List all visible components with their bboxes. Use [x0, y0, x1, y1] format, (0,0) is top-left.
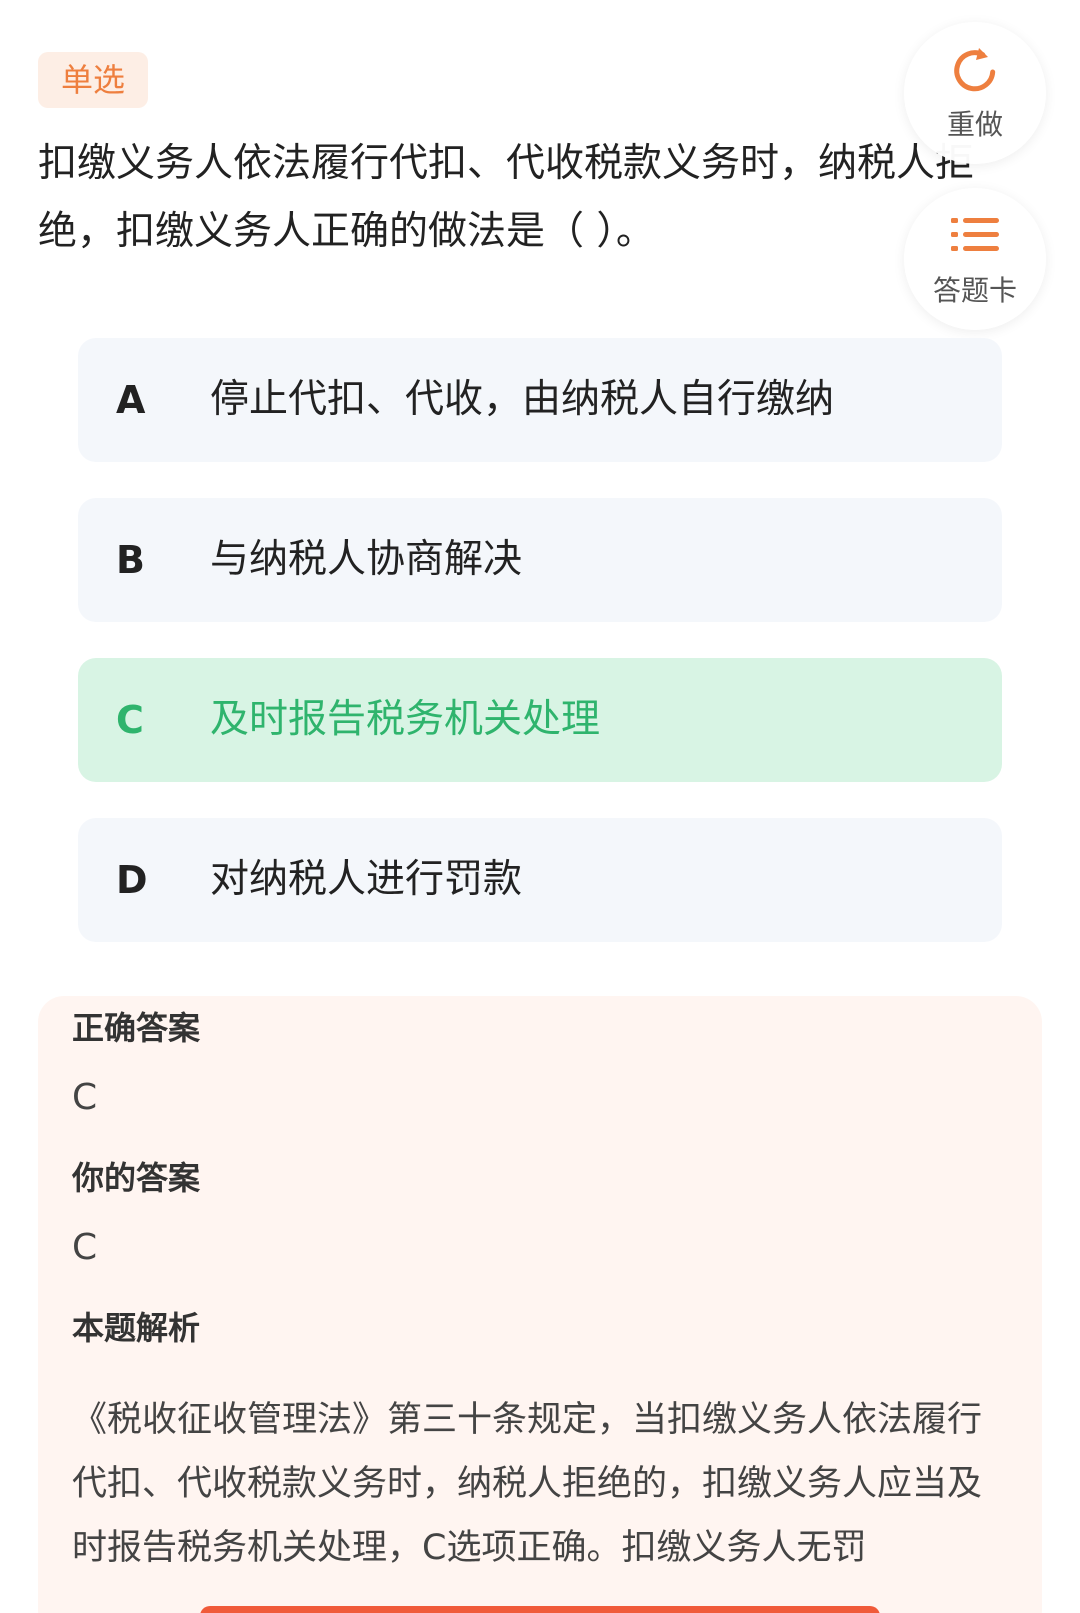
correct-answer-value: C — [72, 1077, 98, 1118]
option-b[interactable]: B 与纳税人协商解决 — [78, 498, 1002, 622]
redo-button[interactable]: 重做 — [904, 22, 1046, 164]
your-answer-heading: 你的答案 — [72, 1159, 201, 1197]
option-letter: D — [116, 858, 148, 902]
answer-card-button[interactable]: 答题卡 — [904, 188, 1046, 330]
your-answer-value: C — [72, 1227, 98, 1268]
explanation-heading: 本题解析 — [72, 1309, 201, 1347]
question-text: 扣缴义务人依法履行代扣、代收税款义务时，纳税人拒绝，扣缴义务人正确的做法是（ ）… — [38, 141, 975, 254]
option-text: 对纳税人进行罚款 — [210, 857, 523, 902]
option-text: 停止代扣、代收，由纳税人自行缴纳 — [210, 377, 835, 422]
option-text: 与纳税人协商解决 — [210, 537, 523, 582]
option-c-correct[interactable]: C 及时报告税务机关处理 — [78, 658, 1002, 782]
list-icon — [951, 218, 999, 251]
option-letter: A — [116, 378, 146, 422]
redo-icon — [954, 48, 996, 92]
question-type-badge: 单选 — [38, 52, 148, 108]
option-text: 及时报告税务机关处理 — [210, 697, 601, 742]
option-d[interactable]: D 对纳税人进行罚款 — [78, 818, 1002, 942]
bottom-action-bar[interactable] — [200, 1606, 880, 1613]
option-a[interactable]: A 停止代扣、代收，由纳税人自行缴纳 — [78, 338, 1002, 462]
options-list: A 停止代扣、代收，由纳税人自行缴纳 B 与纳税人协商解决 C 及时报告税务机关… — [78, 338, 1002, 978]
answer-analysis-panel: 正确答案 C 你的答案 C 本题解析 《税收征收管理法》第三十条规定，当扣缴义务… — [38, 996, 1042, 1613]
answer-card-label: 答题卡 — [932, 274, 1017, 307]
redo-label: 重做 — [946, 108, 1003, 141]
explanation-text: 《税收征收管理法》第三十条规定，当扣缴义务人依法履行代扣、代收税款义务时，纳税人… — [72, 1400, 983, 1568]
option-letter: C — [116, 698, 144, 742]
correct-answer-heading: 正确答案 — [72, 1009, 201, 1047]
option-letter: B — [116, 538, 145, 582]
